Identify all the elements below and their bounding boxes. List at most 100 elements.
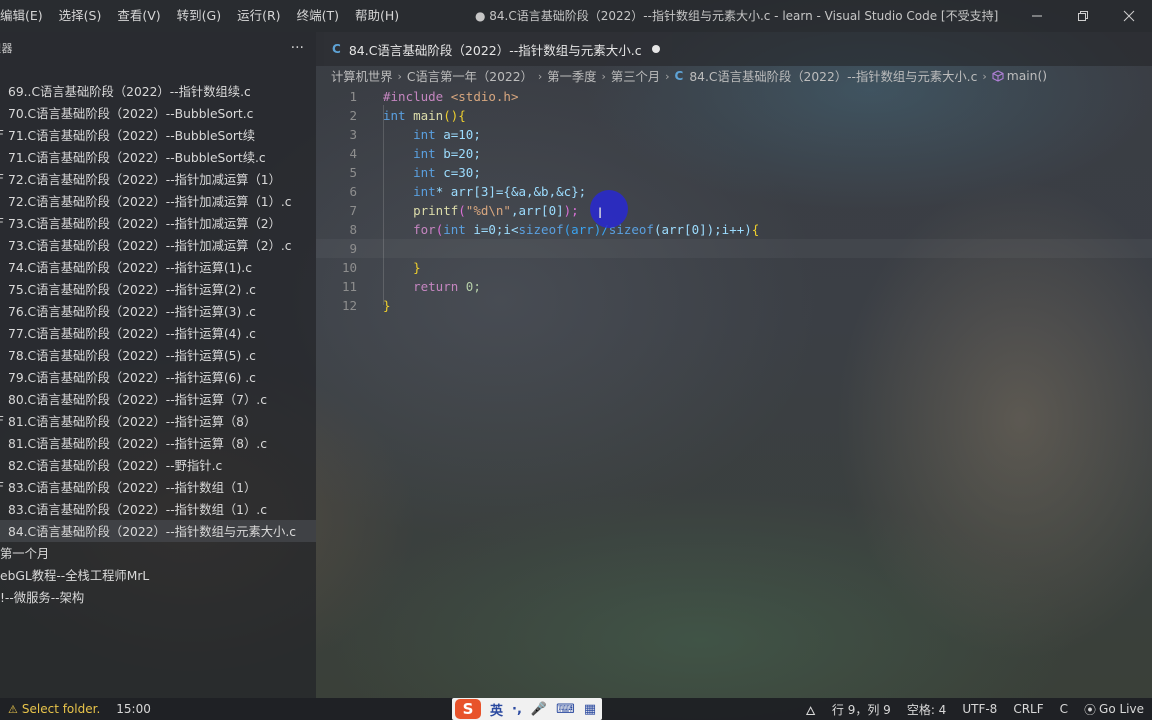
explorer-title: 理器 (0, 42, 13, 55)
bell-icon[interactable]: 🜂 (797, 697, 824, 720)
code-text: #include <stdio.h> (383, 89, 519, 104)
keyboard-icon[interactable]: ⌨ (556, 702, 575, 717)
explorer-sidebar: 理器 ··· 69..C语言基础阶段（2022）--指针数组续.c 70.C语言基… (0, 32, 316, 698)
file-item[interactable]: 75.C语言基础阶段（2022）--指针运算(2) .c (0, 278, 316, 300)
file-item[interactable]: 80.C语言基础阶段（2022）--指针运算（7）.c (0, 388, 316, 410)
file-item[interactable]: 73.C语言基础阶段（2022）--指针加减运算（2）.c (0, 234, 316, 256)
file-item[interactable]: F 83.C语言基础阶段（2022）--指针数组（1） (0, 476, 316, 498)
file-row-marker: F (0, 172, 4, 186)
minimize-button[interactable] (1014, 0, 1060, 32)
code-text: return 0; (413, 279, 481, 294)
code-text: int a=10; (413, 127, 481, 142)
file-item[interactable]: 81.C语言基础阶段（2022）--指针运算（8）.c (0, 432, 316, 454)
ime-toolbar[interactable]: S 英 ·, 🎤 ⌨ ▦ (452, 698, 603, 720)
breadcrumb: 计算机世界 › C语言第一年（2022） › 第一季度 › 第三个月 › C 8… (331, 66, 1047, 86)
chevron-right-icon: › (397, 69, 402, 83)
file-label: 72.C语言基础阶段（2022）--指针加减运算（1） (8, 173, 281, 187)
breadcrumb-item[interactable]: 计算机世界 (331, 67, 393, 85)
microphone-icon[interactable]: 🎤 (531, 702, 547, 717)
menu-run[interactable]: 运行(R) (229, 0, 288, 32)
file-label: 71.C语言基础阶段（2022）--BubbleSort续 (8, 129, 256, 143)
menu-view[interactable]: 查看(V) (109, 0, 168, 32)
line-number: 11 (341, 279, 357, 294)
c-file-icon: C (332, 42, 341, 56)
breadcrumb-file[interactable]: 84.C语言基础阶段（2022）--指针数组与元素大小.c (689, 67, 977, 85)
breadcrumb-item[interactable]: 第一季度 (547, 67, 596, 85)
restore-icon (1078, 11, 1088, 21)
file-item[interactable]: 70.C语言基础阶段（2022）--BubbleSort.c (0, 102, 316, 124)
breadcrumb-symbol[interactable]: main() (1007, 69, 1047, 83)
sogou-ime-icon[interactable]: S (455, 699, 481, 719)
chevron-right-icon: › (665, 69, 670, 83)
code-editor[interactable]: 1 #include <stdio.h> 2 int main(){ 3 int… (316, 87, 1152, 315)
line-ending[interactable]: CRLF (1005, 702, 1051, 716)
window-controls (1014, 0, 1152, 32)
maximize-button[interactable] (1060, 0, 1106, 32)
file-item[interactable]: 69..C语言基础阶段（2022）--指针数组续.c (0, 80, 316, 102)
folder-item[interactable]: !--微服务--架构 (0, 586, 316, 608)
file-item[interactable]: 83.C语言基础阶段（2022）--指针数组（1）.c (0, 498, 316, 520)
folder-label: ebGL教程--全栈工程师MrL (0, 569, 150, 583)
go-live-button[interactable]: ⦿ Go Live (1076, 701, 1152, 718)
file-item[interactable]: 79.C语言基础阶段（2022）--指针运算(6) .c (0, 366, 316, 388)
menu-selection[interactable]: 选择(S) (51, 0, 110, 32)
breadcrumb-item[interactable]: C语言第一年（2022） (407, 67, 533, 85)
editor-tab-active[interactable]: C 84.C语言基础阶段（2022）--指针数组与元素大小.c (324, 32, 672, 66)
line-number: 2 (349, 108, 357, 123)
file-label: 71.C语言基础阶段（2022）--BubbleSort续.c (8, 151, 266, 165)
menu-go[interactable]: 转到(G) (169, 0, 229, 32)
file-label: 81.C语言基础阶段（2022）--指针运算（8） (8, 415, 257, 429)
file-item[interactable]: F 72.C语言基础阶段（2022）--指针加减运算（1） (0, 168, 316, 190)
select-folder-status[interactable]: ⚠ Select folder. (8, 702, 100, 716)
file-label: 83.C语言基础阶段（2022）--指针数组（1） (8, 481, 257, 495)
file-item[interactable]: 82.C语言基础阶段（2022）--野指针.c (0, 454, 316, 476)
code-text: } (413, 260, 421, 275)
more-actions-icon[interactable]: ··· (291, 40, 304, 56)
file-item[interactable]: 74.C语言基础阶段（2022）--指针运算(1).c (0, 256, 316, 278)
file-item[interactable]: 71.C语言基础阶段（2022）--BubbleSort续.c (0, 146, 316, 168)
file-item[interactable]: F 71.C语言基础阶段（2022）--BubbleSort续 (0, 124, 316, 146)
close-button[interactable] (1106, 0, 1152, 32)
file-label: 72.C语言基础阶段（2022）--指针加减运算（1）.c (8, 195, 292, 209)
file-item-active[interactable]: 84.C语言基础阶段（2022）--指针数组与元素大小.c (0, 520, 316, 542)
file-item[interactable]: 72.C语言基础阶段（2022）--指针加减运算（1）.c (0, 190, 316, 212)
line-number: 1 (349, 89, 357, 104)
line-number: 7 (349, 203, 357, 218)
file-item[interactable]: 77.C语言基础阶段（2022）--指针运算(4) .c (0, 322, 316, 344)
file-label: 76.C语言基础阶段（2022）--指针运算(3) .c (8, 305, 256, 319)
code-line: 7 printf("%d\n",arr[0]); (316, 201, 1152, 220)
file-label: 69..C语言基础阶段（2022）--指针数组续.c (8, 85, 251, 99)
menu-bar: 编辑(E) 选择(S) 查看(V) 转到(G) 运行(R) 终端(T) 帮助(H… (0, 0, 407, 32)
language-mode[interactable]: C (1052, 702, 1076, 716)
folder-item[interactable]: ebGL教程--全栈工程师MrL (0, 564, 316, 586)
file-item[interactable]: F 73.C语言基础阶段（2022）--指针加减运算（2） (0, 212, 316, 234)
code-line-current: 9 (316, 239, 1152, 258)
file-label: 78.C语言基础阶段（2022）--指针运算(5) .c (8, 349, 256, 363)
file-item[interactable]: 76.C语言基础阶段（2022）--指针运算(3) .c (0, 300, 316, 322)
file-label: 73.C语言基础阶段（2022）--指针加减运算（2）.c (8, 239, 292, 253)
ime-punctuation[interactable]: ·, (512, 702, 522, 717)
menu-help[interactable]: 帮助(H) (347, 0, 407, 32)
file-item[interactable]: 78.C语言基础阶段（2022）--指针运算(5) .c (0, 344, 316, 366)
file-label: 75.C语言基础阶段（2022）--指针运算(2) .c (8, 283, 256, 297)
folder-item[interactable]: 第一个月 (0, 542, 316, 564)
cursor-position[interactable]: 行 9，列 9 (824, 701, 899, 718)
menu-edit[interactable]: 编辑(E) (0, 0, 51, 32)
ime-language[interactable]: 英 (490, 700, 503, 719)
code-line: 2 int main(){ (316, 106, 1152, 125)
file-item[interactable]: F 81.C语言基础阶段（2022）--指针运算（8） (0, 410, 316, 432)
code-text: int b=20; (413, 146, 481, 161)
toolbox-icon[interactable]: ▦ (584, 702, 596, 717)
code-text: printf("%d\n",arr[0]); (413, 203, 579, 218)
unsaved-dot-icon[interactable] (651, 45, 660, 53)
line-number: 5 (349, 165, 357, 180)
file-label: 84.C语言基础阶段（2022）--指针数组与元素大小.c (8, 525, 297, 539)
menu-terminal[interactable]: 终端(T) (289, 0, 347, 32)
explorer-header: 理器 ··· (0, 32, 316, 64)
tab-title: 84.C语言基础阶段（2022）--指针数组与元素大小.c (348, 42, 642, 58)
editor-tab-bar: C 84.C语言基础阶段（2022）--指针数组与元素大小.c (316, 32, 1152, 66)
file-label: 79.C语言基础阶段（2022）--指针运算(6) .c (8, 371, 256, 385)
breadcrumb-item[interactable]: 第三个月 (611, 67, 660, 85)
indentation[interactable]: 空格: 4 (899, 701, 955, 718)
encoding[interactable]: UTF-8 (954, 702, 1005, 716)
